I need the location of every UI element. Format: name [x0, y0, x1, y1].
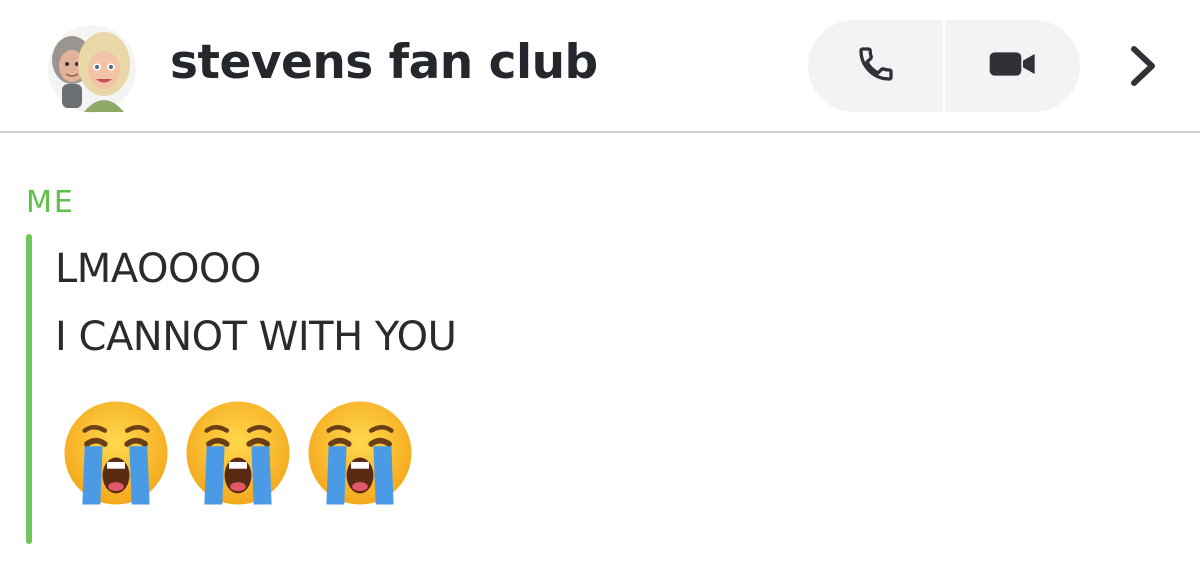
chat-header: stevens fan club — [0, 0, 1200, 133]
loudly-crying-face-icon — [304, 397, 416, 509]
group-avatar-icon[interactable] — [44, 24, 140, 114]
chevron-right-icon[interactable] — [1118, 40, 1168, 92]
video-camera-icon — [988, 47, 1038, 85]
loudly-crying-face-icon — [60, 397, 172, 509]
loudly-crying-face-icon — [182, 397, 294, 509]
video-call-button[interactable] — [945, 20, 1080, 112]
chat-title[interactable]: stevens fan club — [170, 26, 598, 100]
message-accent-bar — [26, 234, 32, 544]
emoji-row — [60, 397, 416, 509]
voice-call-button[interactable] — [808, 20, 943, 112]
message-text-line: I CANNOT WITH YOU — [55, 314, 457, 360]
call-buttons-group — [808, 20, 1080, 112]
phone-icon — [856, 44, 896, 88]
chat-screen: stevens fan club ME LMAOOOO I CANNOT WIT… — [0, 0, 1200, 578]
message-text-line: LMAOOOO — [55, 246, 261, 292]
message-sender-label: ME — [26, 185, 75, 220]
